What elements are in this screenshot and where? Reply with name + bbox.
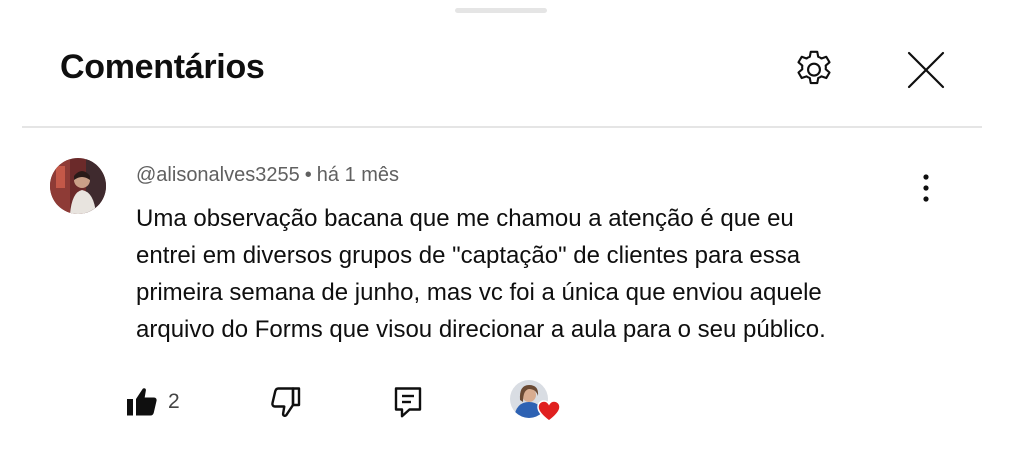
heart-icon bbox=[536, 398, 562, 424]
more-vertical-icon bbox=[923, 174, 929, 202]
settings-button[interactable] bbox=[786, 44, 842, 96]
thumbs-down-icon bbox=[271, 387, 301, 417]
page-title: Comentários bbox=[60, 48, 265, 86]
gear-icon bbox=[797, 50, 831, 85]
creator-heart-badge bbox=[508, 376, 564, 426]
reply-icon bbox=[394, 387, 422, 418]
comment-text-line: Uma observação bacana que me chamou a at… bbox=[136, 205, 794, 232]
comment-meta: @alisonalves3255 • há 1 mês bbox=[136, 164, 399, 187]
comment-actions: 2 bbox=[0, 374, 1020, 430]
close-button[interactable] bbox=[898, 44, 954, 96]
thumbs-up-icon bbox=[127, 388, 157, 416]
header-divider bbox=[22, 126, 982, 128]
comment-text-line: primeira semana de junho, mas vc foi a ú… bbox=[136, 279, 822, 306]
comment-item: @alisonalves3255 • há 1 mês Uma observação… bbox=[0, 140, 1020, 440]
like-count: 2 bbox=[168, 390, 180, 413]
close-icon bbox=[907, 51, 945, 89]
comment-author[interactable]: @alisonalves3255 bbox=[136, 164, 300, 186]
comment-text: Uma observação bacana que me chamou a at… bbox=[136, 200, 936, 348]
avatar[interactable] bbox=[50, 158, 106, 214]
comment-time: há 1 mês bbox=[316, 164, 400, 186]
like-button[interactable]: 2 bbox=[124, 380, 180, 424]
dislike-button[interactable] bbox=[262, 380, 306, 424]
meta-separator: • bbox=[304, 164, 312, 186]
comments-header: Comentários bbox=[0, 0, 1020, 128]
comment-text-line: entrei em diversos grupos de "captação" … bbox=[136, 242, 801, 269]
reply-button[interactable] bbox=[386, 380, 430, 424]
comment-text-line: arquivo do Forms que visou direcionar a … bbox=[136, 316, 826, 343]
